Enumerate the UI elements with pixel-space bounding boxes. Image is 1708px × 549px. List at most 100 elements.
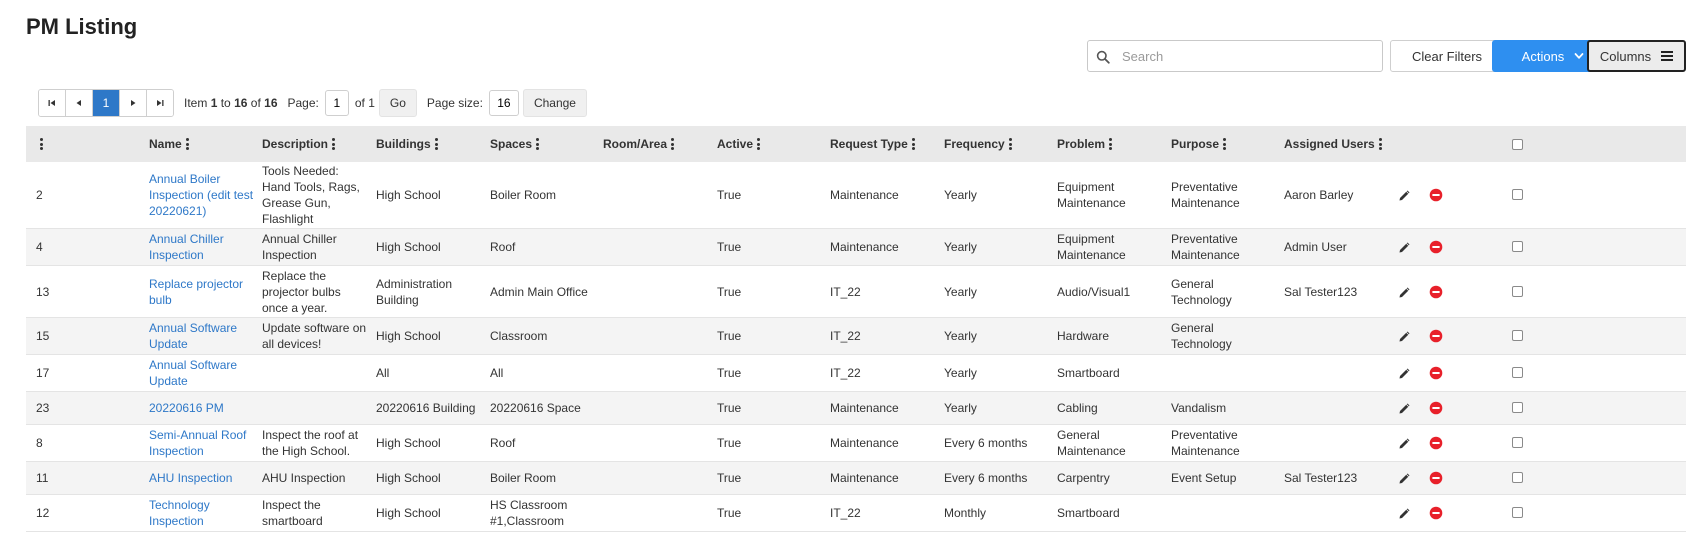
column-header-active[interactable]: Active bbox=[717, 126, 761, 162]
column-header-frequency[interactable]: Frequency bbox=[944, 126, 1012, 162]
go-button[interactable]: Go bbox=[378, 89, 417, 117]
column-header-label: Name bbox=[149, 137, 182, 151]
table-cell bbox=[262, 392, 368, 424]
column-menu-icon[interactable] bbox=[40, 138, 43, 150]
table-cell[interactable]: Annual Boiler Inspection (edit test 2022… bbox=[149, 162, 254, 228]
column-header-buildings[interactable]: Buildings bbox=[376, 126, 438, 162]
table-cell[interactable]: Annual Chiller Inspection bbox=[149, 229, 254, 265]
table-cell[interactable]: Semi-Annual Roof Inspection bbox=[149, 425, 254, 461]
table-cell: High School bbox=[376, 229, 484, 265]
edit-icon[interactable] bbox=[1398, 240, 1412, 254]
cell-name[interactable]: Technology Inspection bbox=[149, 497, 254, 529]
column-header-room[interactable]: Room/Area bbox=[603, 126, 675, 162]
edit-icon[interactable] bbox=[1398, 506, 1412, 520]
column-menu-icon[interactable] bbox=[1008, 138, 1012, 150]
edit-icon[interactable] bbox=[1398, 366, 1412, 380]
delete-icon[interactable] bbox=[1429, 329, 1443, 343]
column-menu-icon[interactable] bbox=[1223, 138, 1227, 150]
search-input[interactable] bbox=[1122, 41, 1372, 71]
edit-icon[interactable] bbox=[1398, 401, 1412, 415]
cell-name[interactable]: AHU Inspection bbox=[149, 470, 254, 486]
table-cell: Update software on all devices! bbox=[262, 318, 368, 354]
column-menu-icon[interactable] bbox=[911, 138, 915, 150]
delete-icon[interactable] bbox=[1429, 240, 1443, 254]
row-checkbox[interactable] bbox=[1512, 472, 1523, 483]
column-header-description[interactable]: Description bbox=[262, 126, 336, 162]
table-cell[interactable]: Technology Inspection bbox=[149, 495, 254, 531]
table-cell: General Technology bbox=[1171, 318, 1277, 354]
column-header-name[interactable]: Name bbox=[149, 126, 189, 162]
cell-name[interactable]: Semi-Annual Roof Inspection bbox=[149, 427, 254, 459]
last-page-button[interactable] bbox=[147, 90, 173, 116]
delete-icon[interactable] bbox=[1429, 471, 1443, 485]
page-1-button[interactable]: 1 bbox=[93, 90, 120, 116]
column-menu-icon[interactable] bbox=[332, 138, 336, 150]
column-menu-icon[interactable] bbox=[1378, 138, 1382, 150]
next-page-button[interactable] bbox=[120, 90, 147, 116]
cell-frequency: Yearly bbox=[944, 401, 977, 415]
cell-request-type: IT_22 bbox=[830, 284, 861, 299]
delete-icon[interactable] bbox=[1429, 285, 1443, 299]
select-all-checkbox[interactable] bbox=[1512, 139, 1523, 150]
cell-purpose: Vandalism bbox=[1171, 401, 1227, 415]
cell-spaces: Roof bbox=[490, 240, 516, 254]
table-cell[interactable]: Annual Software Update bbox=[149, 318, 254, 354]
first-page-button[interactable] bbox=[39, 90, 66, 116]
delete-icon[interactable] bbox=[1429, 436, 1443, 450]
cell-name[interactable]: Annual Chiller Inspection bbox=[149, 231, 254, 263]
column-header-label: Spaces bbox=[490, 137, 533, 151]
delete-icon[interactable] bbox=[1429, 506, 1443, 520]
row-checkbox[interactable] bbox=[1512, 437, 1523, 448]
cell-name[interactable]: Replace projector bulb bbox=[149, 276, 254, 308]
column-menu-icon[interactable] bbox=[671, 138, 675, 150]
column-header-spaces[interactable]: Spaces bbox=[490, 126, 540, 162]
cell-purpose: General Technology bbox=[1171, 276, 1232, 307]
table-cell[interactable]: 20220616 PM bbox=[149, 392, 254, 424]
column-header-assigned[interactable]: Assigned Users bbox=[1284, 126, 1382, 162]
cell-buildings: High School bbox=[376, 329, 441, 343]
clear-filters-button[interactable]: Clear Filters bbox=[1390, 40, 1504, 72]
column-menu-icon[interactable] bbox=[1109, 138, 1113, 150]
row-checkbox[interactable] bbox=[1512, 285, 1523, 297]
table-cell[interactable]: AHU Inspection bbox=[149, 462, 254, 494]
search-box[interactable] bbox=[1087, 40, 1383, 72]
table-cell bbox=[1171, 355, 1277, 391]
column-header-request-type[interactable]: Request Type bbox=[830, 126, 915, 162]
table-cell: Admin Main Office bbox=[490, 266, 596, 317]
column-menu-icon[interactable] bbox=[757, 138, 761, 150]
column-header-purpose[interactable]: Purpose bbox=[1171, 126, 1227, 162]
cell-id: 17 bbox=[36, 366, 50, 380]
row-checkbox[interactable] bbox=[1512, 507, 1523, 518]
column-menu-icon[interactable] bbox=[185, 138, 189, 150]
table-cell[interactable]: Annual Software Update bbox=[149, 355, 254, 391]
table-cell[interactable]: Replace projector bulb bbox=[149, 266, 254, 317]
row-checkbox[interactable] bbox=[1512, 330, 1523, 341]
delete-icon[interactable] bbox=[1429, 188, 1443, 202]
row-checkbox[interactable] bbox=[1512, 241, 1523, 252]
row-checkbox[interactable] bbox=[1512, 402, 1523, 413]
cell-name[interactable]: Annual Software Update bbox=[149, 320, 254, 352]
cell-spaces: Boiler Room bbox=[490, 471, 557, 485]
change-button[interactable]: Change bbox=[522, 89, 587, 117]
delete-icon[interactable] bbox=[1429, 401, 1443, 415]
columns-button[interactable]: Columns bbox=[1587, 40, 1686, 72]
edit-icon[interactable] bbox=[1398, 471, 1412, 485]
cell-name[interactable]: Annual Software Update bbox=[149, 357, 254, 389]
edit-icon[interactable] bbox=[1398, 436, 1412, 450]
cell-name[interactable]: Annual Boiler Inspection (edit test 2022… bbox=[149, 171, 254, 219]
page-size-input[interactable] bbox=[488, 90, 519, 116]
edit-icon[interactable] bbox=[1398, 188, 1412, 202]
page-number-input[interactable] bbox=[324, 90, 349, 116]
column-header-problem[interactable]: Problem bbox=[1057, 126, 1113, 162]
column-menu-icon[interactable] bbox=[434, 138, 438, 150]
row-checkbox[interactable] bbox=[1512, 189, 1523, 200]
cell-name[interactable]: 20220616 PM bbox=[149, 400, 254, 416]
prev-page-button[interactable] bbox=[66, 90, 93, 116]
edit-icon[interactable] bbox=[1398, 329, 1412, 343]
edit-icon[interactable] bbox=[1398, 285, 1412, 299]
row-checkbox[interactable] bbox=[1512, 367, 1523, 378]
column-menu-icon[interactable] bbox=[536, 138, 540, 150]
cell-request-type: Maintenance bbox=[830, 240, 899, 254]
delete-icon[interactable] bbox=[1429, 366, 1443, 380]
column-header-id[interactable] bbox=[36, 126, 43, 162]
